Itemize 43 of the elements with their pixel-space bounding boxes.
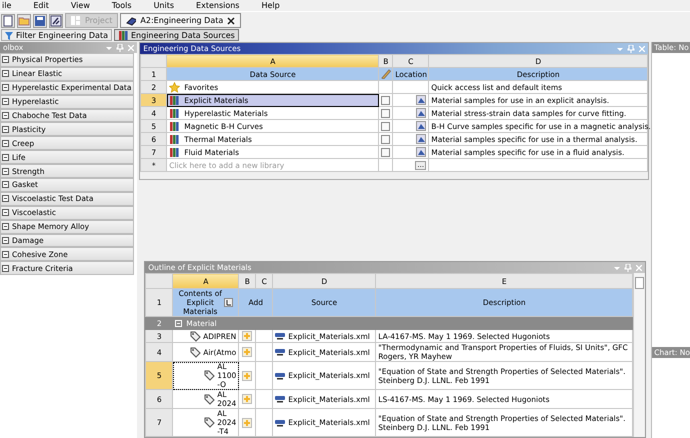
tag-icon [204, 394, 216, 404]
menu-item[interactable]: Units [154, 0, 174, 11]
tag-icon [204, 417, 216, 428]
menu-item[interactable]: View [70, 0, 90, 11]
books-icon [118, 30, 128, 40]
tab[interactable]: A2:Engineering Data [120, 13, 242, 28]
xml-file-icon [275, 395, 286, 403]
tool-icon[interactable] [50, 14, 62, 26]
new-document-icon[interactable] [2, 14, 14, 26]
book-icon [126, 15, 136, 26]
view-button[interactable]: Engineering Data Sources [114, 29, 239, 41]
tag-icon [190, 346, 202, 358]
checkbox[interactable] [381, 108, 390, 118]
filter-icon [5, 30, 13, 40]
checkbox[interactable] [381, 96, 390, 104]
books-icon [169, 134, 180, 144]
save-icon[interactable] [34, 14, 46, 26]
scrollbar[interactable] [633, 273, 644, 437]
xml-file-icon [275, 348, 286, 356]
books-icon [169, 120, 180, 132]
view-button[interactable]: Filter Engineering Data [1, 29, 112, 41]
tag-icon [190, 330, 202, 342]
star-icon [169, 82, 180, 92]
collapse-icon[interactable] [175, 320, 182, 326]
menu-item[interactable]: Edit [33, 0, 49, 11]
folder-icon[interactable] [18, 14, 30, 26]
xml-file-icon [275, 372, 286, 380]
books-icon [169, 94, 180, 106]
pencil-icon [381, 69, 392, 79]
xml-file-icon [275, 418, 286, 426]
menu-item[interactable]: Extensions [196, 0, 240, 11]
books-icon [169, 108, 180, 118]
menu-item[interactable]: ile [2, 0, 12, 11]
books-icon [169, 146, 180, 158]
checkbox[interactable] [381, 134, 390, 144]
checkbox[interactable] [381, 122, 390, 130]
grid-icon [71, 15, 81, 26]
xml-file-icon [275, 332, 286, 340]
tag-icon [204, 370, 216, 381]
close-icon[interactable] [227, 16, 236, 24]
checkbox[interactable] [381, 148, 390, 156]
menu-item[interactable]: Help [261, 0, 280, 11]
menu-item[interactable]: Tools [112, 0, 132, 11]
